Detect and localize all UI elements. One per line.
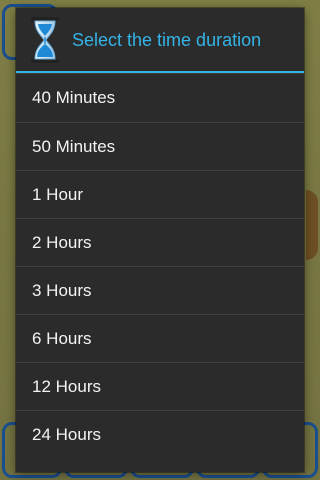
duration-option-label: 50 Minutes [32, 136, 116, 156]
duration-option-label: 6 Hours [32, 328, 92, 348]
duration-option-50-minutes[interactable]: 50 Minutes [16, 123, 304, 171]
duration-option-2-hours[interactable]: 2 Hours [16, 219, 304, 267]
duration-option-label: 12 Hours [32, 376, 101, 396]
dialog-header: Select the time duration [16, 8, 304, 71]
duration-option-40-minutes[interactable]: 40 Minutes [16, 73, 304, 123]
hourglass-icon [31, 16, 59, 63]
duration-option-label: 24 Hours [32, 425, 101, 444]
duration-option-24-hours[interactable]: 24 Hours [16, 411, 304, 459]
duration-option-3-hours[interactable]: 3 Hours [16, 267, 304, 315]
duration-options-list: 40 Minutes 50 Minutes 1 Hour 2 Hours 3 H… [16, 73, 304, 459]
background-disc-edge [306, 190, 318, 260]
time-duration-dialog: Select the time duration 40 Minutes 50 M… [16, 8, 304, 472]
duration-option-label: 2 Hours [32, 232, 92, 252]
duration-option-label: 1 Hour [32, 184, 84, 204]
duration-option-12-hours[interactable]: 12 Hours [16, 363, 304, 411]
duration-option-label: 3 Hours [32, 280, 92, 300]
duration-option-6-hours[interactable]: 6 Hours [16, 315, 304, 363]
dialog-title: Select the time duration [72, 29, 262, 50]
duration-option-label: 40 Minutes [32, 88, 116, 107]
duration-option-1-hour[interactable]: 1 Hour [16, 171, 304, 219]
